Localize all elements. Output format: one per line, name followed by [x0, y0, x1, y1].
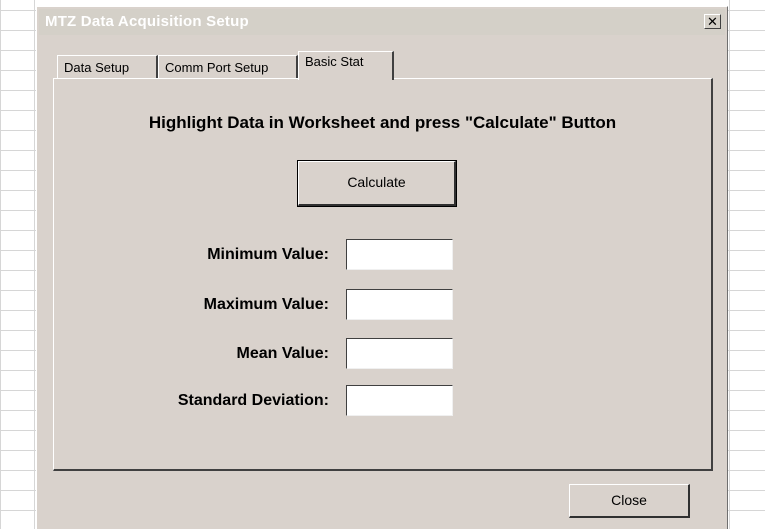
tab-label: Data Setup	[64, 60, 130, 75]
minimum-value-label: Minimum Value:	[207, 246, 329, 263]
instruction-text: Highlight Data in Worksheet and press "C…	[148, 113, 617, 132]
mean-value-label: Mean Value:	[236, 345, 329, 362]
tab-label: Comm Port Setup	[165, 60, 269, 75]
standard-deviation-field[interactable]	[346, 385, 453, 416]
calculate-button[interactable]: Calculate	[297, 160, 457, 207]
worksheet-column-line	[34, 0, 35, 529]
tab-data-setup[interactable]: Data Setup	[57, 55, 158, 79]
standard-deviation-label: Standard Deviation:	[177, 392, 329, 409]
maximum-value-field[interactable]	[346, 289, 453, 320]
worksheet-column-line	[729, 0, 730, 529]
mean-value-field[interactable]	[346, 338, 453, 369]
worksheet-column-line	[0, 0, 1, 529]
minimum-value-field[interactable]	[346, 239, 453, 270]
title-bar[interactable]: MTZ Data Acquisition Setup ✕	[39, 9, 725, 35]
tab-comm-port-setup[interactable]: Comm Port Setup	[158, 55, 298, 79]
tab-basic-stat[interactable]: Basic Stat	[298, 51, 394, 80]
maximum-value-label: Maximum Value:	[203, 296, 329, 313]
close-button[interactable]: Close	[569, 484, 690, 518]
window-title: MTZ Data Acquisition Setup	[45, 13, 249, 30]
setup-dialog: MTZ Data Acquisition Setup ✕ Data Setup …	[36, 6, 728, 529]
basic-stat-panel: Highlight Data in Worksheet and press "C…	[53, 78, 713, 471]
close-icon[interactable]: ✕	[704, 14, 721, 29]
tab-label: Basic Stat	[305, 54, 364, 69]
worksheet-background: MTZ Data Acquisition Setup ✕ Data Setup …	[0, 0, 765, 529]
